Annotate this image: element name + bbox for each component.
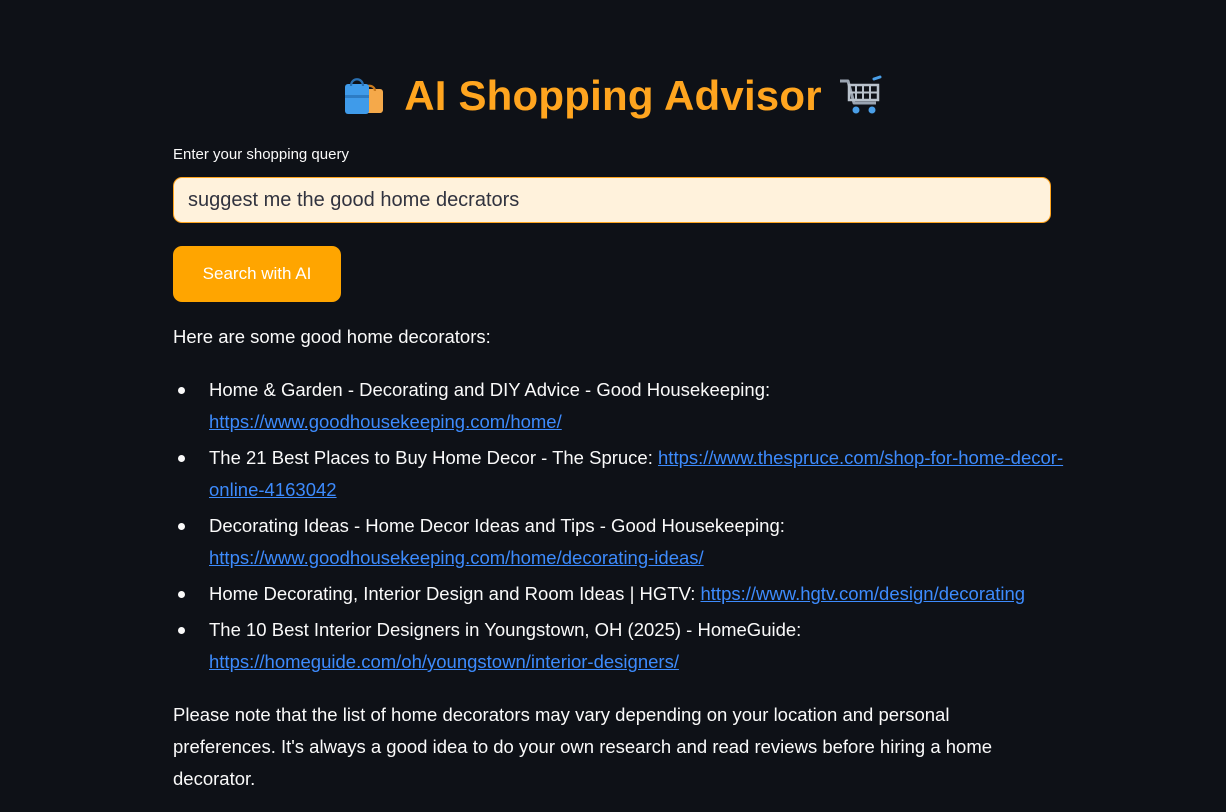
result-text: Decorating Ideas - Home Decor Ideas and …: [209, 515, 785, 536]
page-title: AI Shopping Advisor: [404, 72, 822, 119]
list-item: The 21 Best Places to Buy Home Decor - T…: [178, 442, 1089, 506]
list-item: The 10 Best Interior Designers in Youngs…: [178, 614, 1089, 678]
list-item: Decorating Ideas - Home Decor Ideas and …: [178, 510, 1089, 574]
list-item: Home Decorating, Interior Design and Roo…: [178, 578, 1089, 610]
result-link[interactable]: https://www.hgtv.com/design/decorating: [701, 583, 1026, 604]
query-label: Enter your shopping query: [173, 146, 349, 163]
page-title-row: AI Shopping Advisor: [173, 66, 1053, 126]
result-link[interactable]: https://www.goodhousekeeping.com/home/: [209, 411, 562, 432]
response-intro: Here are some good home decorators:: [173, 326, 491, 347]
response-note: Please note that the list of home decora…: [173, 704, 993, 789]
results-list: Home & Garden - Decorating and DIY Advic…: [173, 374, 1089, 682]
result-link[interactable]: https://homeguide.com/oh/youngstown/inte…: [209, 651, 679, 672]
result-text: Home & Garden - Decorating and DIY Advic…: [209, 379, 771, 400]
result-text: Home Decorating, Interior Design and Roo…: [209, 583, 696, 604]
shopping-query-input[interactable]: [173, 177, 1051, 223]
result-text: The 10 Best Interior Designers in Youngs…: [209, 619, 802, 640]
result-link[interactable]: https://www.goodhousekeeping.com/home/de…: [209, 547, 704, 568]
shopping-cart-icon: [838, 73, 884, 119]
list-item: Home & Garden - Decorating and DIY Advic…: [178, 374, 1089, 438]
app-page: AI Shopping Advisor Enter your shopping …: [0, 0, 1226, 812]
shopping-bags-icon: [342, 73, 388, 119]
search-with-ai-button[interactable]: Search with AI: [173, 246, 341, 302]
result-text: The 21 Best Places to Buy Home Decor - T…: [209, 447, 653, 468]
